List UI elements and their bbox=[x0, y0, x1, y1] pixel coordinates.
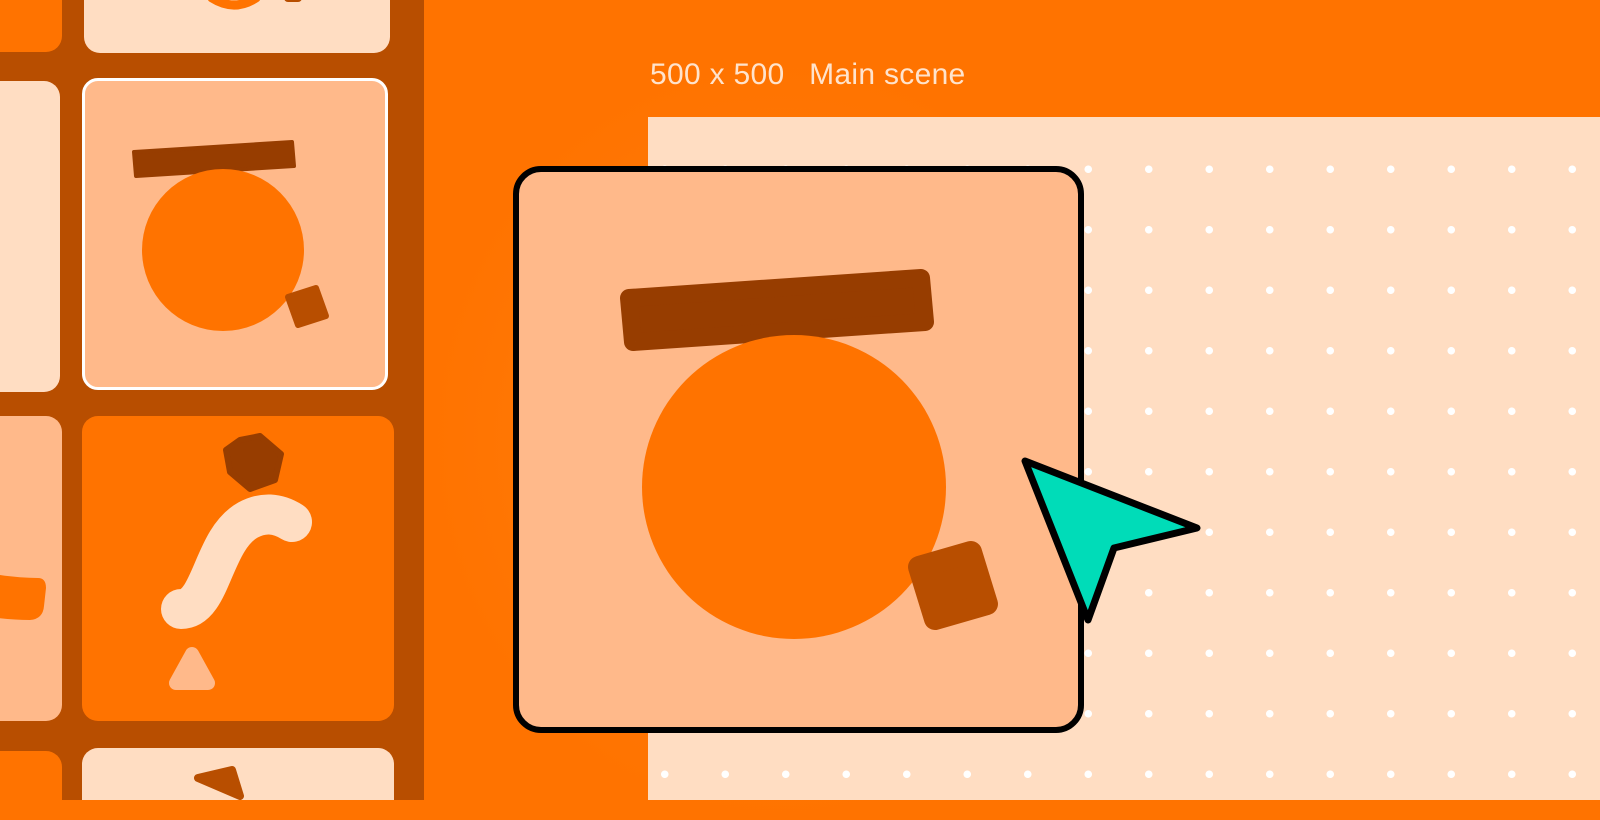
thumbnail-shapes bbox=[161, 433, 312, 690]
scene-name-label[interactable]: Main scene bbox=[809, 58, 965, 91]
scene-thumbnail-strip[interactable] bbox=[0, 0, 424, 800]
thumbnail-shapes bbox=[207, 0, 302, 10]
scene-thumbnail-partial[interactable] bbox=[0, 81, 60, 392]
thumbnail-shapes bbox=[132, 140, 329, 331]
scene-thumbnail[interactable] bbox=[82, 416, 394, 721]
dragged-scene-card[interactable] bbox=[513, 166, 1084, 733]
canvas-size-label: 500 x 500 bbox=[650, 58, 785, 91]
scene-thumbnail[interactable] bbox=[84, 0, 390, 53]
canvas-label: 500 x 500 Main scene bbox=[650, 58, 966, 92]
scene-thumbnail-partial[interactable] bbox=[0, 0, 62, 52]
scene-thumbnail[interactable] bbox=[82, 748, 394, 800]
pointer-arrow-icon bbox=[1021, 457, 1201, 624]
scene-thumbnail-selected[interactable] bbox=[82, 78, 388, 390]
scene-thumbnail-partial[interactable] bbox=[0, 416, 62, 721]
scene-shapes bbox=[620, 269, 998, 639]
thumbnail-shapes bbox=[194, 766, 244, 800]
curve-shape bbox=[0, 575, 46, 620]
scene-thumbnail-partial[interactable] bbox=[0, 751, 62, 800]
